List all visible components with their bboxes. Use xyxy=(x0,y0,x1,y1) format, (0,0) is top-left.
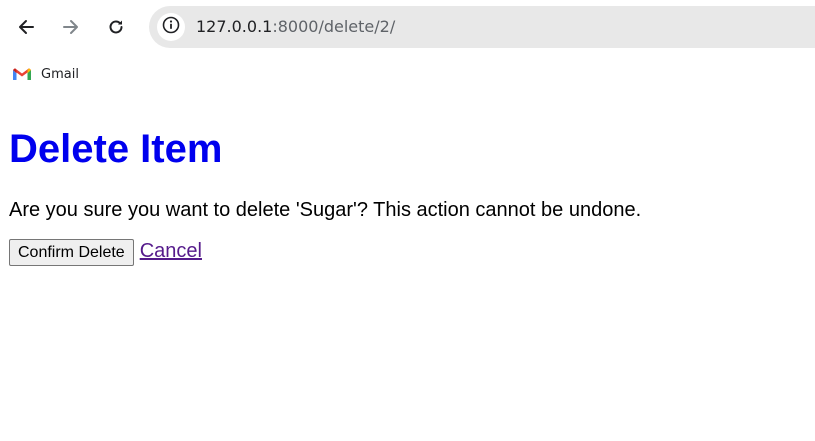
address-bar[interactable]: 127.0.0.1:8000/delete/2/ xyxy=(149,6,815,48)
url-path: :8000/delete/2/ xyxy=(272,17,396,36)
confirm-delete-button[interactable]: Confirm Delete xyxy=(9,239,134,266)
site-info-button[interactable] xyxy=(157,13,185,41)
bookmark-gmail[interactable]: Gmail xyxy=(12,63,79,85)
page-title: Delete Item xyxy=(9,127,223,171)
confirmation-message: Are you sure you want to delete 'Sugar'?… xyxy=(9,199,642,221)
arrow-left-icon xyxy=(17,18,35,36)
reload-button[interactable] xyxy=(100,11,132,43)
reload-icon xyxy=(107,18,125,36)
cancel-link[interactable]: Cancel xyxy=(140,239,202,263)
forward-button[interactable] xyxy=(55,11,87,43)
gmail-icon xyxy=(12,67,32,81)
url-host: 127.0.0.1 xyxy=(196,17,273,36)
bookmarks-bar: Gmail xyxy=(0,60,815,88)
back-button[interactable] xyxy=(10,11,42,43)
url-text[interactable]: 127.0.0.1:8000/delete/2/ xyxy=(196,17,395,37)
bookmark-label: Gmail xyxy=(41,66,79,82)
action-row: Confirm Delete Cancel xyxy=(9,239,202,266)
browser-chrome: 127.0.0.1:8000/delete/2/ Gmail xyxy=(0,0,815,92)
arrow-right-icon xyxy=(62,18,80,36)
browser-toolbar: 127.0.0.1:8000/delete/2/ xyxy=(0,0,815,54)
info-icon xyxy=(162,16,180,39)
